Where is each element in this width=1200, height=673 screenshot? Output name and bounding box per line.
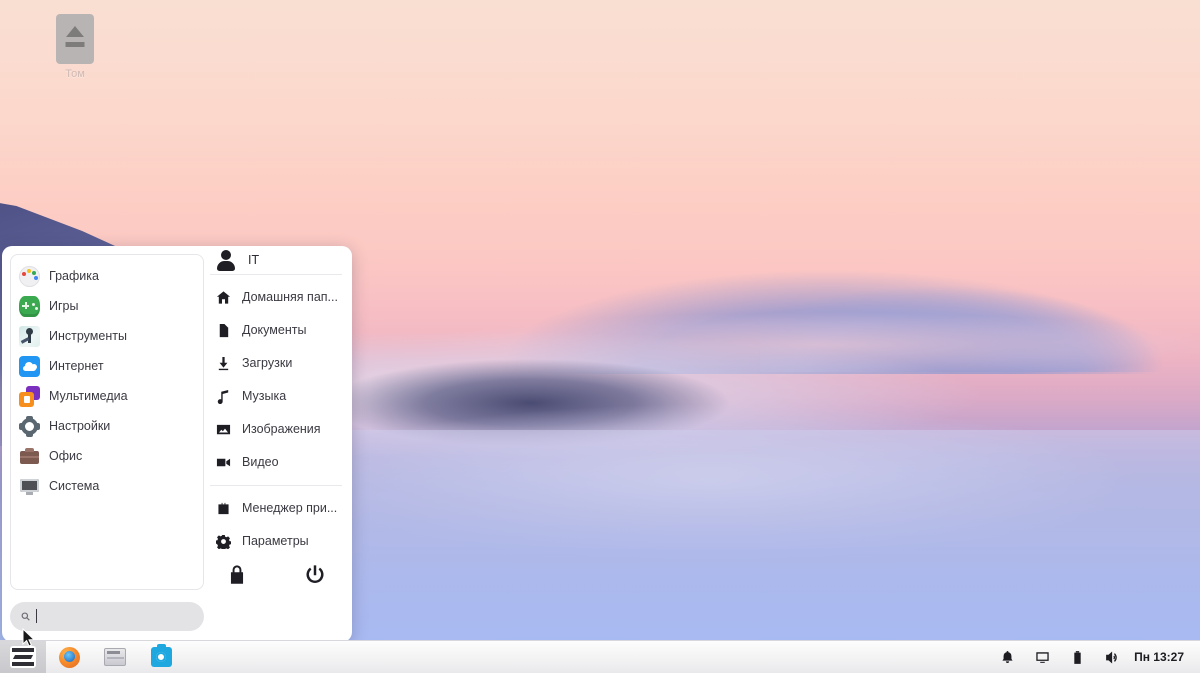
wallpaper-far-ridge-2 <box>760 262 1200 372</box>
desktop[interactable]: Том Графика Игры Инструменты <box>0 0 1200 673</box>
lock-button[interactable] <box>226 564 248 586</box>
category-label: Мультимедиа <box>49 389 128 403</box>
wallpaper-far-ridge <box>430 244 1200 374</box>
category-label: Офис <box>49 449 82 463</box>
search-box[interactable] <box>10 602 204 631</box>
session-buttons <box>210 564 342 590</box>
software-toolbox-icon <box>151 647 172 667</box>
place-item-pictures[interactable]: Изображения <box>210 413 342 446</box>
place-item-documents[interactable]: Документы <box>210 314 342 347</box>
application-menu[interactable]: Графика Игры Инструменты Интернет Мульти… <box>2 246 352 642</box>
system-group: Менеджер при... Параметры <box>210 485 342 564</box>
media-icon <box>19 386 40 407</box>
place-item-downloads[interactable]: Загрузки <box>210 347 342 380</box>
category-label: Система <box>49 479 99 493</box>
category-item-graphics[interactable]: Графика <box>11 261 203 291</box>
music-note-icon <box>216 389 231 404</box>
wallpaper-mist-mid <box>280 382 1200 582</box>
download-icon <box>216 356 231 371</box>
taskbar-launchers <box>0 641 184 673</box>
desktop-icon-volume[interactable]: Том <box>44 14 106 80</box>
category-label: Инструменты <box>49 329 127 343</box>
battery-icon <box>1070 650 1085 665</box>
place-item-home[interactable]: Домашняя пап... <box>210 281 342 314</box>
window-task-list[interactable] <box>184 641 990 673</box>
monitor-icon <box>19 476 40 497</box>
files-launcher[interactable] <box>92 641 138 673</box>
place-item-music[interactable]: Музыка <box>210 380 342 413</box>
place-label: Видео <box>242 455 279 469</box>
text-caret <box>36 609 37 623</box>
category-item-games[interactable]: Игры <box>11 291 203 321</box>
place-item-videos[interactable]: Видео <box>210 446 342 479</box>
zorin-menu-button[interactable] <box>0 641 46 673</box>
category-label: Игры <box>49 299 78 313</box>
firefox-launcher[interactable] <box>46 641 92 673</box>
bell-icon <box>1000 650 1015 665</box>
image-icon <box>216 422 231 437</box>
settings-gear-icon <box>216 534 231 549</box>
volume-tray[interactable] <box>1095 641 1130 673</box>
category-list[interactable]: Графика Игры Инструменты Интернет Мульти… <box>10 254 204 590</box>
video-camera-icon <box>216 455 231 470</box>
monitor-icon <box>1035 650 1050 665</box>
gear-icon <box>19 416 40 437</box>
place-label: Документы <box>242 323 306 337</box>
place-item-app-manager[interactable]: Менеджер при... <box>210 492 342 525</box>
home-icon <box>216 290 231 305</box>
briefcase-icon <box>19 446 40 467</box>
category-item-office[interactable]: Офис <box>11 441 203 471</box>
search-bar <box>2 590 352 642</box>
place-label: Домашняя пап... <box>242 290 338 304</box>
cloud-icon <box>19 356 40 377</box>
document-icon <box>216 323 231 338</box>
places-panel: IT Домашняя пап... Документы <box>204 246 352 590</box>
search-icon <box>21 610 30 623</box>
category-item-multimedia[interactable]: Мультимедиа <box>11 381 203 411</box>
place-label: Изображения <box>242 422 321 436</box>
user-avatar-icon <box>216 249 236 271</box>
places-group: Домашняя пап... Документы Загрузки <box>210 275 342 485</box>
menu-body: Графика Игры Инструменты Интернет Мульти… <box>2 246 352 590</box>
user-name: IT <box>248 253 259 267</box>
system-tray: Пн 13:27 <box>990 641 1200 673</box>
tools-icon <box>19 326 40 347</box>
category-label: Графика <box>49 269 99 283</box>
gamepad-icon <box>19 296 40 317</box>
eject-volume-icon <box>56 14 94 64</box>
battery-tray[interactable] <box>1060 641 1095 673</box>
search-input[interactable] <box>43 609 193 623</box>
place-label: Параметры <box>242 534 309 548</box>
wallpaper-pink-haze <box>300 300 1200 390</box>
place-label: Музыка <box>242 389 286 403</box>
place-label: Менеджер при... <box>242 501 337 515</box>
lock-icon <box>226 564 248 586</box>
place-item-settings[interactable]: Параметры <box>210 525 342 558</box>
wallpaper-mid-forest <box>330 348 850 468</box>
file-manager-icon <box>104 648 126 666</box>
app-manager-icon <box>216 501 231 516</box>
category-label: Настройки <box>49 419 110 433</box>
place-label: Загрузки <box>242 356 292 370</box>
category-label: Интернет <box>49 359 104 373</box>
power-icon <box>304 564 326 586</box>
desktop-icon-label: Том <box>44 68 106 80</box>
taskbar[interactable]: Пн 13:27 <box>0 640 1200 673</box>
firefox-icon <box>59 647 80 668</box>
category-item-settings[interactable]: Настройки <box>11 411 203 441</box>
category-item-system[interactable]: Система <box>11 471 203 501</box>
toolbox-launcher[interactable] <box>138 641 184 673</box>
notifications-tray[interactable] <box>990 641 1025 673</box>
category-item-tools[interactable]: Инструменты <box>11 321 203 351</box>
zorin-logo-icon <box>10 646 36 668</box>
display-tray[interactable] <box>1025 641 1060 673</box>
category-item-internet[interactable]: Интернет <box>11 351 203 381</box>
palette-icon <box>19 266 40 287</box>
user-row[interactable]: IT <box>210 246 342 275</box>
speaker-icon <box>1105 650 1120 665</box>
power-button[interactable] <box>304 564 326 586</box>
clock[interactable]: Пн 13:27 <box>1130 650 1194 664</box>
